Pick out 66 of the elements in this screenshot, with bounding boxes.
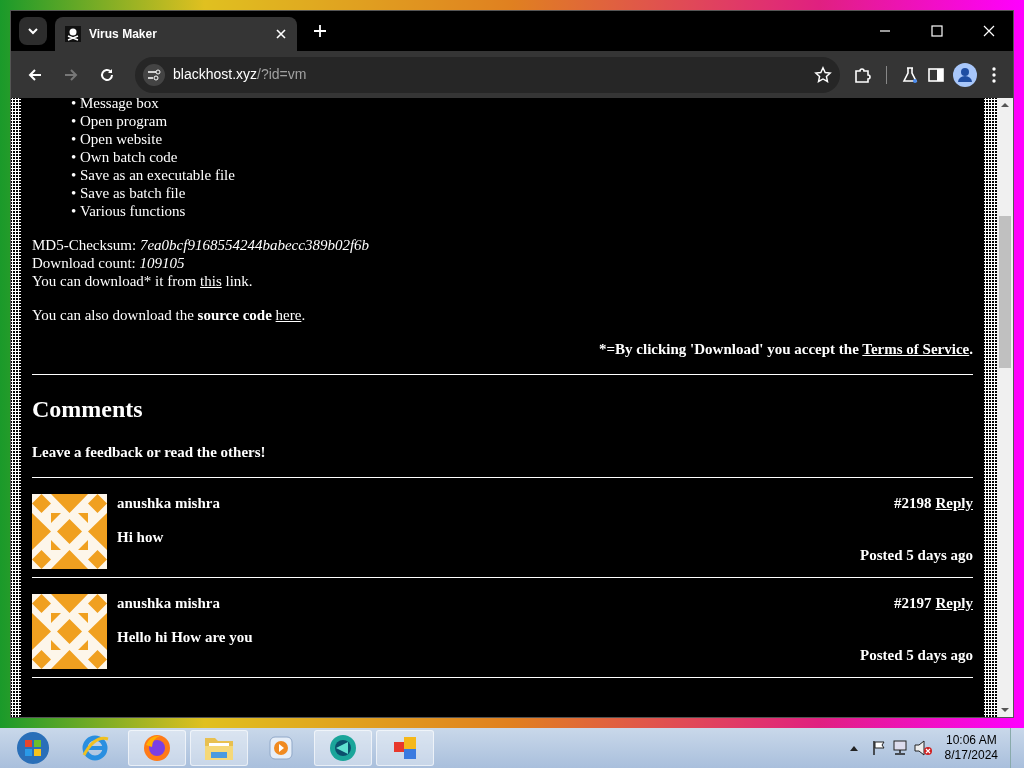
comment-author: anushka mishra (117, 594, 220, 612)
comment-number: #2198 (894, 494, 932, 512)
comment-date: Posted 5 days ago (859, 646, 973, 664)
download-count-text: Download count: 109105 (32, 254, 186, 272)
terms-text: *=By clicking 'Download' you accept the Terms of Service. (598, 340, 973, 358)
comment-date: Posted 5 days ago (859, 546, 973, 564)
link[interactable]: this (200, 273, 222, 289)
side-panel-icon[interactable] (927, 65, 945, 84)
list-item: Various functions (80, 202, 186, 220)
bookmark-star-icon[interactable] (814, 65, 832, 84)
profile-avatar-icon[interactable] (953, 62, 977, 87)
scrollbar[interactable] (997, 98, 1013, 717)
pirate-flag-icon (65, 26, 81, 42)
bullet: • (71, 166, 78, 184)
reply-link[interactable]: Reply (935, 494, 973, 512)
list-item: Save as an executable file (80, 166, 235, 184)
source-code-text: You can also download the source code here. (32, 306, 307, 324)
bullet: • (71, 148, 78, 166)
network-icon[interactable] (890, 740, 909, 756)
bullet: • (71, 112, 78, 130)
maximize-icon[interactable] (931, 25, 943, 37)
address-bar[interactable]: blackhost.xyz/?id=vm (135, 56, 840, 93)
flag-icon[interactable] (870, 740, 887, 756)
close-window-icon[interactable] (983, 25, 995, 37)
flask-icon[interactable] (901, 65, 919, 84)
back-arrow-icon (27, 66, 43, 83)
clock-date[interactable]: 8/17/2024 (944, 748, 998, 763)
scroll-up-icon[interactable] (1001, 102, 1009, 108)
show-hidden-icons-icon[interactable] (848, 744, 859, 752)
comment-text: Hello hi How are you (117, 628, 254, 646)
bullet: • (71, 130, 78, 148)
comments-heading: Comments (32, 395, 144, 423)
extensions-icon[interactable] (854, 65, 872, 84)
scrollbar-thumb[interactable] (999, 216, 1011, 368)
clock-time[interactable]: 10:06 AM (944, 733, 998, 748)
comment-text: Hi how (117, 528, 165, 546)
reload-icon (99, 66, 115, 83)
comment-number: #2197 (894, 594, 932, 612)
reply-link[interactable]: Reply (935, 594, 973, 612)
list-item: Save as batch file (80, 184, 186, 202)
list-item: Open website (80, 130, 163, 148)
bullet: • (71, 202, 78, 220)
list-item: Message box (80, 98, 159, 112)
browser-tab[interactable]: Virus Maker (55, 17, 297, 51)
scroll-down-icon[interactable] (1001, 707, 1009, 713)
list-item: Own batch code (80, 148, 178, 166)
list-item: Open program (80, 112, 168, 130)
forward-arrow-icon (63, 66, 79, 83)
avatar-icon (32, 594, 107, 669)
folder-taskbar-icon[interactable] (190, 730, 248, 766)
app-taskbar-icon[interactable] (314, 730, 372, 766)
avatar-icon (32, 494, 107, 569)
chevron-down-icon (27, 25, 39, 37)
download-text: You can download* it from this link. (32, 272, 254, 290)
bullet: • (71, 184, 78, 202)
comment-author: anushka mishra (117, 494, 220, 512)
checksum-text: MD5-Checksum: 7ea0bcf9168554244babecc389b02f6b (32, 236, 371, 254)
muted-speaker-icon[interactable] (912, 740, 933, 756)
close-icon[interactable] (275, 28, 287, 40)
link[interactable]: Terms of Service (862, 341, 970, 357)
site-settings-icon[interactable] (143, 63, 165, 86)
tab-search-button[interactable] (19, 17, 47, 45)
new-tab-icon[interactable] (313, 24, 327, 38)
app-taskbar-icon[interactable] (376, 730, 434, 766)
comments-subheading: Leave a feedback or read the others! (32, 443, 267, 461)
bullet: • (71, 98, 78, 112)
